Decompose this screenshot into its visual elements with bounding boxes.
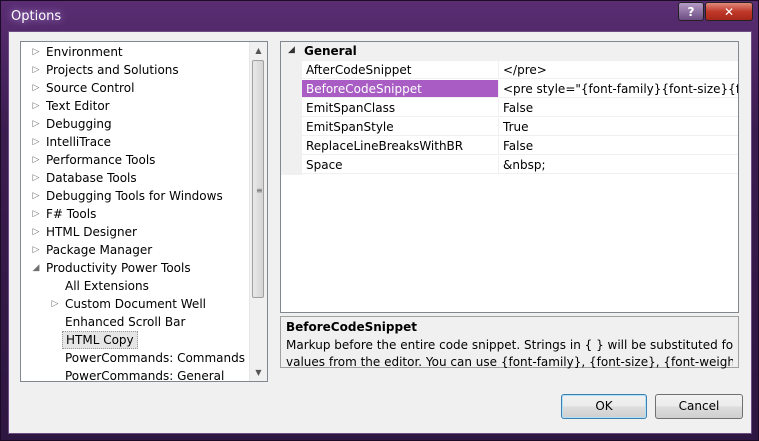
property-row[interactable]: Space &nbsp; bbox=[281, 156, 738, 175]
tree-item[interactable]: ▷ IntelliTrace bbox=[21, 133, 250, 151]
property-name[interactable]: EmitSpanStyle bbox=[302, 118, 499, 136]
row-gutter bbox=[281, 137, 302, 156]
row-gutter bbox=[281, 156, 302, 175]
property-row[interactable]: ReplaceLineBreaksWithBR False bbox=[281, 137, 738, 156]
description-title: BeforeCodeSnippet bbox=[286, 320, 417, 334]
tree-item-label: Debugging Tools for Windows bbox=[46, 189, 223, 203]
tree-expand-icon[interactable]: ▷ bbox=[30, 241, 42, 259]
tree-item[interactable]: Enhanced Scroll Bar bbox=[21, 313, 250, 331]
tree-item[interactable]: ▷ Database Tools bbox=[21, 169, 250, 187]
tree-item[interactable]: ▷ Source Control bbox=[21, 79, 250, 97]
close-button[interactable]: ✕ bbox=[705, 2, 753, 21]
tree-expand-icon[interactable]: ▷ bbox=[30, 169, 42, 187]
dialog-client-area: ▷ Environment ▷ Projects and Solutions ▷ Sour… bbox=[8, 31, 752, 434]
row-gutter bbox=[281, 99, 302, 118]
title-bar[interactable]: Options ? ✕ bbox=[1, 1, 759, 31]
property-name[interactable]: EmitSpanClass bbox=[302, 99, 499, 117]
scroll-down-arrow-icon[interactable]: ▼ bbox=[250, 364, 267, 381]
tree-item-label: HTML Designer bbox=[46, 225, 137, 239]
tree-item-label: Enhanced Scroll Bar bbox=[65, 315, 186, 329]
tree-item-label: F# Tools bbox=[46, 207, 97, 221]
property-grid: ◢ General AfterCodeSnippet </pre> BeforeCo… bbox=[280, 41, 739, 313]
row-gutter bbox=[281, 61, 302, 80]
tree-expand-icon[interactable]: ▷ bbox=[30, 151, 42, 169]
tree-item[interactable]: ▷ HTML Designer bbox=[21, 223, 250, 241]
description-line-1: Markup before the entire code snippet. S… bbox=[286, 338, 733, 352]
property-row[interactable]: EmitSpanClass False bbox=[281, 99, 738, 118]
tree-item-label: Custom Document Well bbox=[65, 297, 206, 311]
tree-item[interactable]: ▷ Debugging bbox=[21, 115, 250, 133]
property-name[interactable]: BeforeCodeSnippet bbox=[302, 80, 499, 98]
tree-item-label: Environment bbox=[46, 45, 123, 59]
category-label: General bbox=[304, 44, 357, 58]
property-value[interactable]: False bbox=[499, 99, 738, 117]
help-button[interactable]: ? bbox=[678, 2, 704, 21]
property-row[interactable]: AfterCodeSnippet </pre> bbox=[281, 61, 738, 80]
tree-expand-icon[interactable]: ▷ bbox=[30, 133, 42, 151]
tree-item-label: Performance Tools bbox=[46, 153, 156, 167]
options-dialog: Options ? ✕ ▷ Environment ▷ Projects and So… bbox=[0, 0, 759, 441]
tree-item[interactable]: ▷ Text Editor bbox=[21, 97, 250, 115]
description-panel: BeforeCodeSnippet Markup before the enti… bbox=[280, 316, 739, 369]
tree-expand-icon[interactable]: ▷ bbox=[30, 115, 42, 133]
tree-item[interactable]: PowerCommands: General bbox=[21, 367, 250, 382]
tree-scrollbar[interactable]: ▲ ≡ ▼ bbox=[249, 42, 267, 381]
property-value[interactable]: <pre style="{font-family}{font-size}{fon… bbox=[499, 80, 738, 98]
row-gutter bbox=[281, 80, 302, 99]
tree-item-label: Projects and Solutions bbox=[46, 63, 179, 77]
tree-item-label: Source Control bbox=[46, 81, 135, 95]
property-category-header[interactable]: ◢ General bbox=[281, 42, 738, 61]
window-title: Options bbox=[11, 9, 62, 24]
tree-expand-icon[interactable]: ▷ bbox=[30, 187, 42, 205]
collapse-arrow-icon[interactable]: ◢ bbox=[288, 45, 295, 55]
tree-expand-icon[interactable]: ▷ bbox=[49, 295, 61, 313]
property-name[interactable]: AfterCodeSnippet bbox=[302, 61, 499, 79]
scroll-grip-icon: ≡ bbox=[256, 186, 263, 195]
tree-item[interactable]: ◢ Productivity Power Tools bbox=[21, 259, 250, 277]
tree-expand-icon[interactable]: ▷ bbox=[30, 223, 42, 241]
tree-expand-icon[interactable]: ▷ bbox=[30, 61, 42, 79]
property-row[interactable]: EmitSpanStyle True bbox=[281, 118, 738, 137]
cancel-button[interactable]: Cancel bbox=[655, 394, 743, 419]
ok-button[interactable]: OK bbox=[561, 394, 647, 419]
tree-item-label: IntelliTrace bbox=[46, 135, 112, 149]
tree-item-label: Database Tools bbox=[46, 171, 137, 185]
tree-item[interactable]: ▷ Package Manager bbox=[21, 241, 250, 259]
property-row[interactable]: BeforeCodeSnippet <pre style="{font-famil… bbox=[281, 80, 738, 99]
tree-item[interactable]: ▷ Environment bbox=[21, 43, 250, 61]
tree-item[interactable]: ▷ Debugging Tools for Windows bbox=[21, 187, 250, 205]
tree-collapse-icon[interactable]: ◢ bbox=[30, 259, 42, 277]
tree-item-label: Package Manager bbox=[46, 243, 153, 257]
tree-item[interactable]: ▷ Performance Tools bbox=[21, 151, 250, 169]
tree-item-label: Productivity Power Tools bbox=[46, 261, 191, 275]
tree-item[interactable]: All Extensions bbox=[21, 277, 250, 295]
tree-item-label: HTML Copy bbox=[62, 331, 138, 349]
tree-item[interactable]: PowerCommands: Commands bbox=[21, 349, 250, 367]
property-value[interactable]: True bbox=[499, 118, 738, 136]
tree-item-label: PowerCommands: Commands bbox=[65, 351, 245, 365]
tree-item-label: Debugging bbox=[46, 117, 112, 131]
tree-item-label: Text Editor bbox=[46, 99, 110, 113]
tree-item[interactable]: ▷ F# Tools bbox=[21, 205, 250, 223]
row-gutter bbox=[281, 118, 302, 137]
tree-item[interactable]: ▷ Custom Document Well bbox=[21, 295, 250, 313]
tree-expand-icon[interactable]: ▷ bbox=[30, 79, 42, 97]
property-value[interactable]: </pre> bbox=[499, 61, 738, 79]
tree-item[interactable]: HTML Copy bbox=[21, 331, 250, 349]
tree-item[interactable]: ▷ Projects and Solutions bbox=[21, 61, 250, 79]
tree-expand-icon[interactable]: ▷ bbox=[30, 43, 42, 61]
description-line-2: values from the editor. You can use {fon… bbox=[286, 355, 733, 369]
property-value[interactable]: False bbox=[499, 137, 738, 155]
property-name[interactable]: Space bbox=[302, 156, 499, 174]
options-tree: ▷ Environment ▷ Projects and Solutions ▷ Sour… bbox=[20, 41, 268, 382]
tree-expand-icon[interactable]: ▷ bbox=[30, 205, 42, 223]
tree-item-label: PowerCommands: General bbox=[65, 369, 225, 382]
property-value[interactable]: &nbsp; bbox=[499, 156, 738, 174]
scroll-thumb[interactable]: ≡ bbox=[252, 60, 264, 298]
scroll-up-arrow-icon[interactable]: ▲ bbox=[250, 42, 267, 59]
tree-expand-icon[interactable]: ▷ bbox=[30, 97, 42, 115]
property-name[interactable]: ReplaceLineBreaksWithBR bbox=[302, 137, 499, 155]
tree-item-label: All Extensions bbox=[65, 279, 149, 293]
